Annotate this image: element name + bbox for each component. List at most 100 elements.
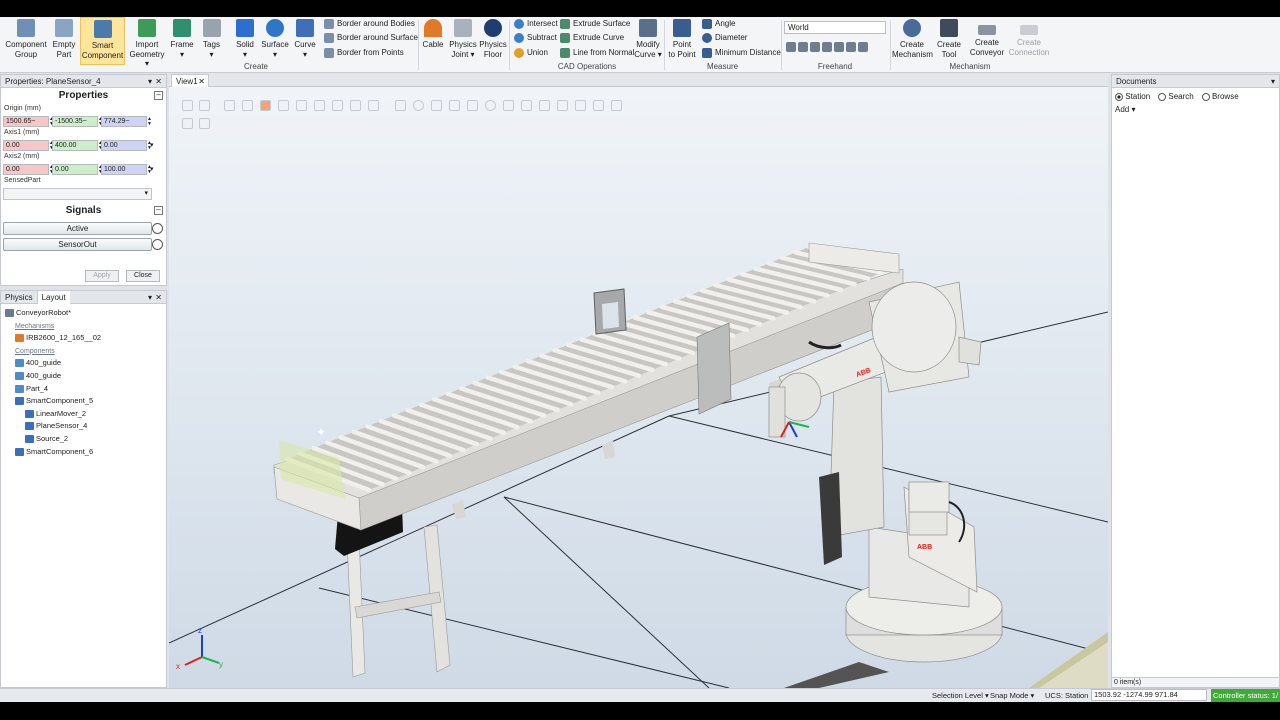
origin-x-field[interactable]: 1500.65~▲▼ [3,115,54,127]
collapse-icon[interactable]: – [154,206,163,215]
reference-frame-dropdown[interactable]: World [784,21,886,34]
tree-category[interactable]: Components [1,345,166,358]
intersect-button[interactable]: Intersect [514,17,558,31]
create-connection-button[interactable]: Create Connection [1007,17,1051,65]
curve-button[interactable]: Curve ▾ [292,17,318,65]
tags-button[interactable]: Tags ▾ [199,17,224,65]
subtract-button[interactable]: Subtract [514,31,557,45]
tree-item[interactable]: SmartComponent_6 [1,446,166,459]
physics-floor-button[interactable]: Physics Floor [479,17,507,65]
snap-icon[interactable] [858,42,868,52]
signal-toggle-icon[interactable] [152,239,163,250]
tree-item[interactable]: 400_guide [1,357,166,370]
axis2-x-field[interactable]: 0.00▲▼ [3,163,54,175]
point-to-point-button[interactable]: Point to Point [667,17,697,65]
sensed-part-dropdown[interactable]: ▾ [3,188,152,200]
tree-item[interactable]: ConveyorRobot* [1,307,166,320]
move-icon[interactable] [786,42,796,52]
physics-joint-button[interactable]: Physics Joint ▾ [449,17,477,65]
smart-component-button[interactable]: Smart Component [80,17,125,65]
add-document-button[interactable]: Add ▾ [1112,105,1279,114]
radio-browse[interactable]: Browse [1201,92,1239,101]
tree-category[interactable]: Mechanisms [1,320,166,333]
multi-robot-jog-icon[interactable] [846,42,856,52]
cable-button[interactable]: Cable [421,17,445,65]
axis2-y-field[interactable]: 0.00▲▼ [52,163,103,175]
button-label: Group [14,49,38,59]
jog-linear-icon[interactable] [822,42,832,52]
tree-item[interactable]: SmartComponent_5 [1,395,166,408]
diameter-button[interactable]: Diameter [702,31,747,45]
line-from-normal-button[interactable]: Line from Normal [560,46,634,60]
part-icon [15,359,24,368]
group-separator [509,20,510,70]
signal-toggle-icon[interactable] [152,223,163,234]
union-button[interactable]: Union [514,46,548,60]
axis1-z-field[interactable]: 0.00 ▲ ▼ [101,139,152,151]
origin-y-field[interactable]: -1500.35~▲▼ [52,115,103,127]
field-value: 0.00 [104,141,118,149]
spinner-icon[interactable]: ▲▼ [147,116,152,127]
close-icon[interactable]: ✕ [155,75,162,88]
tree-item[interactable]: Source_2 [1,433,166,446]
field-value: 100.00 [104,165,126,173]
item-label: Union [527,48,548,57]
border-around-surface-button[interactable]: Border around Surface [324,31,418,45]
spinner-icon[interactable]: ▲▼ [147,140,152,151]
origin-z-field[interactable]: 774.29~ ▲ ▼ [101,115,152,127]
dropdown-arrow-icon[interactable]: ▾ [1271,75,1275,88]
tree-item[interactable]: Part_4 [1,383,166,396]
border-around-bodies-button[interactable]: Border around Bodies [324,17,415,31]
snap-mode-dropdown[interactable]: Snap Mode ▾ [990,689,1034,702]
tab-physics[interactable]: Physics [1,291,38,304]
rotate-icon[interactable] [798,42,808,52]
dropdown-arrow-icon[interactable]: ▾ [148,291,152,304]
axis1-y-field[interactable]: 400.00▲▼ [52,139,103,151]
selection-level-dropdown[interactable]: Selection Level ▾ [932,689,989,702]
tab-view1[interactable]: View1 ✕ [171,74,209,87]
modify-curve-button[interactable]: Modify Curve ▾ [634,17,662,65]
axis1-x-field[interactable]: 0.00▲▼ [3,139,54,151]
border-from-points-button[interactable]: Border from Points [324,46,404,60]
create-conveyor-button[interactable]: Create Conveyor [967,17,1007,65]
button-label: to Point [668,49,696,59]
solid-cube-icon [236,19,254,37]
jog-reorient-icon[interactable] [834,42,844,52]
close-icon[interactable]: ✕ [155,291,162,304]
signal-active-button[interactable]: Active [3,222,163,235]
tab-layout[interactable]: Layout [37,291,70,304]
item-label: Line from Normal [573,48,635,57]
frame-button[interactable]: Frame ▾ [170,17,194,65]
minimum-distance-button[interactable]: Minimum Distance [702,46,781,60]
spinner-icon[interactable]: ▲▼ [147,164,152,175]
component-group-button[interactable]: Component Group [3,17,49,65]
tree-item[interactable]: PlaneSensor_4 [1,420,166,433]
tree-item[interactable]: IRB2600_12_165__02 [1,332,166,345]
create-tool-button[interactable]: Create Tool [934,17,964,65]
import-geometry-button[interactable]: Import Geometry ▾ [127,17,167,68]
angle-button[interactable]: Angle [702,17,735,31]
panel-title: Documents [1116,77,1157,86]
solid-button[interactable]: Solid ▾ [233,17,257,65]
apply-button[interactable]: Apply [85,270,119,282]
radio-station[interactable]: Station [1115,92,1150,101]
extrude-surface-button[interactable]: Extrude Surface [560,17,630,31]
axis2-z-field[interactable]: 100.00 ▲ ▼ [101,163,152,175]
button-label: Cable [422,40,444,49]
empty-part-button[interactable]: Empty Part [50,17,78,65]
physics-joint-icon [454,19,472,37]
close-button[interactable]: Close [126,270,160,282]
button-label: ▾ [209,49,214,59]
tree-item[interactable]: LinearMover_2 [1,408,166,421]
create-mechanism-button[interactable]: Create Mechanism [892,17,933,65]
signal-sensorout-button[interactable]: SensorOut [3,238,163,251]
tree-item[interactable]: 400_guide [1,370,166,383]
radio-search[interactable]: Search [1158,92,1194,101]
border-icon [324,33,334,43]
collapse-icon[interactable]: – [154,91,163,100]
extrude-curve-button[interactable]: Extrude Curve [560,31,624,45]
jog-joint-icon[interactable] [810,42,820,52]
3d-viewport[interactable]: ✦ ABB ABB z x y [169,87,1108,688]
surface-button[interactable]: Surface ▾ [260,17,290,65]
dropdown-arrow-icon[interactable]: ▾ [148,75,152,88]
